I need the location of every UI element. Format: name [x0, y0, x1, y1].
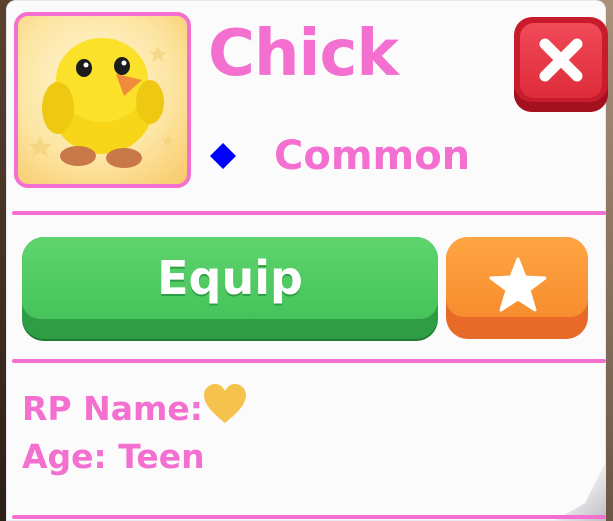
age-line: Age: Teen	[22, 437, 205, 476]
close-button[interactable]	[514, 17, 608, 112]
rarity-label: Common	[274, 133, 471, 179]
rp-name-label: RP Name:	[22, 389, 203, 428]
chick-pet-icon	[28, 38, 175, 168]
page-curl	[554, 461, 606, 521]
equip-button-label: Equip	[157, 251, 303, 305]
divider-top	[12, 211, 606, 215]
favorite-button[interactable]	[446, 237, 588, 339]
pet-name: Chick	[208, 17, 399, 91]
pet-thumbnail	[14, 12, 191, 188]
close-x-icon	[539, 38, 583, 82]
divider-bottom	[12, 515, 606, 519]
equip-button[interactable]: Equip	[22, 237, 438, 339]
rarity-diamond-icon	[210, 143, 236, 169]
divider-middle	[12, 359, 606, 363]
star-icon	[489, 257, 547, 312]
heart-icon[interactable]	[202, 383, 248, 425]
